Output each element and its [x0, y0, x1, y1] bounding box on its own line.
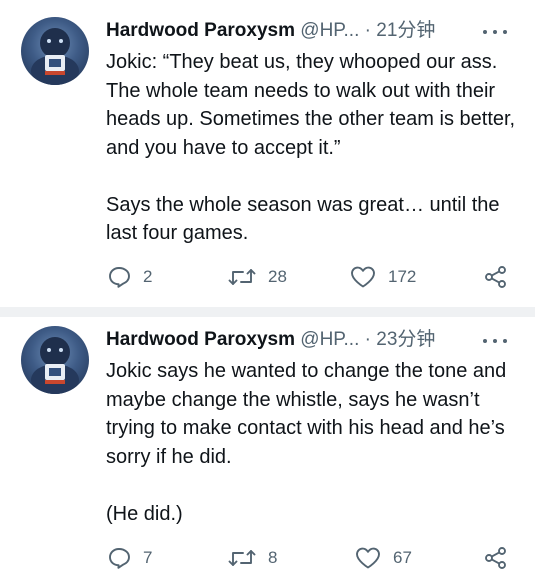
- tweet-paragraph: Says the whole season was great… until t…: [106, 193, 500, 245]
- separator: ·: [364, 329, 371, 350]
- author-name[interactable]: Hardwood Paroxysm: [106, 329, 295, 350]
- reply-count: 7: [143, 548, 153, 567]
- tweet-divider: [0, 307, 535, 317]
- author-name[interactable]: Hardwood Paroxysm: [106, 20, 295, 41]
- avatar[interactable]: [21, 17, 89, 85]
- timestamp[interactable]: 21分钟: [376, 20, 435, 41]
- avatar[interactable]: [21, 326, 89, 394]
- tweet-paragraph: Jokic says he wanted to change the tone …: [106, 360, 507, 468]
- timestamp[interactable]: 23分钟: [376, 329, 435, 350]
- share-button[interactable]: [484, 543, 508, 573]
- retweet-count: 8: [268, 548, 278, 567]
- reply-icon: [109, 267, 130, 288]
- tweet-actions: 7 8 67: [0, 543, 535, 573]
- reply-icon: [109, 548, 130, 569]
- reply-count: 2: [143, 267, 153, 286]
- tweet-text: Jokic says he wanted to change the tone …: [106, 357, 516, 528]
- more-icon[interactable]: [483, 20, 507, 44]
- reply-button[interactable]: 7: [107, 543, 152, 573]
- retweet-button[interactable]: 28: [228, 262, 287, 292]
- tweet-paragraph: (He did.): [106, 502, 183, 525]
- retweet-count: 28: [268, 267, 287, 286]
- retweet-icon: [228, 550, 256, 566]
- tweet-actions: 2 28 172: [0, 262, 535, 292]
- share-button[interactable]: [484, 262, 508, 292]
- share-icon: [485, 266, 506, 288]
- tweet-header: Hardwood Paroxysm @HP... · 23分钟: [106, 323, 435, 357]
- avatar-image: [31, 28, 79, 85]
- tweet-header: Hardwood Paroxysm @HP... · 21分钟: [106, 14, 435, 48]
- tweet[interactable]: Hardwood Paroxysm @HP... · 21分钟 Jokic: “…: [0, 0, 535, 307]
- tweet-paragraph: Jokic: “They beat us, they whooped our a…: [106, 51, 516, 159]
- like-count: 67: [393, 548, 412, 567]
- avatar-image: [31, 337, 79, 394]
- like-count: 172: [388, 267, 417, 286]
- like-button[interactable]: 172: [350, 262, 416, 292]
- reply-button[interactable]: 2: [107, 262, 152, 292]
- retweet-icon: [228, 269, 256, 285]
- separator: ·: [364, 20, 371, 41]
- like-icon: [356, 547, 380, 569]
- like-icon: [351, 266, 375, 288]
- share-icon: [485, 547, 506, 569]
- retweet-button[interactable]: 8: [228, 543, 277, 573]
- tweet-text: Jokic: “They beat us, they whooped our a…: [106, 48, 516, 248]
- more-icon[interactable]: [483, 329, 507, 353]
- author-handle[interactable]: @HP...: [300, 20, 359, 41]
- like-button[interactable]: 67: [355, 543, 412, 573]
- author-handle[interactable]: @HP...: [300, 329, 359, 350]
- tweet[interactable]: Hardwood Paroxysm @HP... · 23分钟 Jokic sa…: [0, 317, 535, 569]
